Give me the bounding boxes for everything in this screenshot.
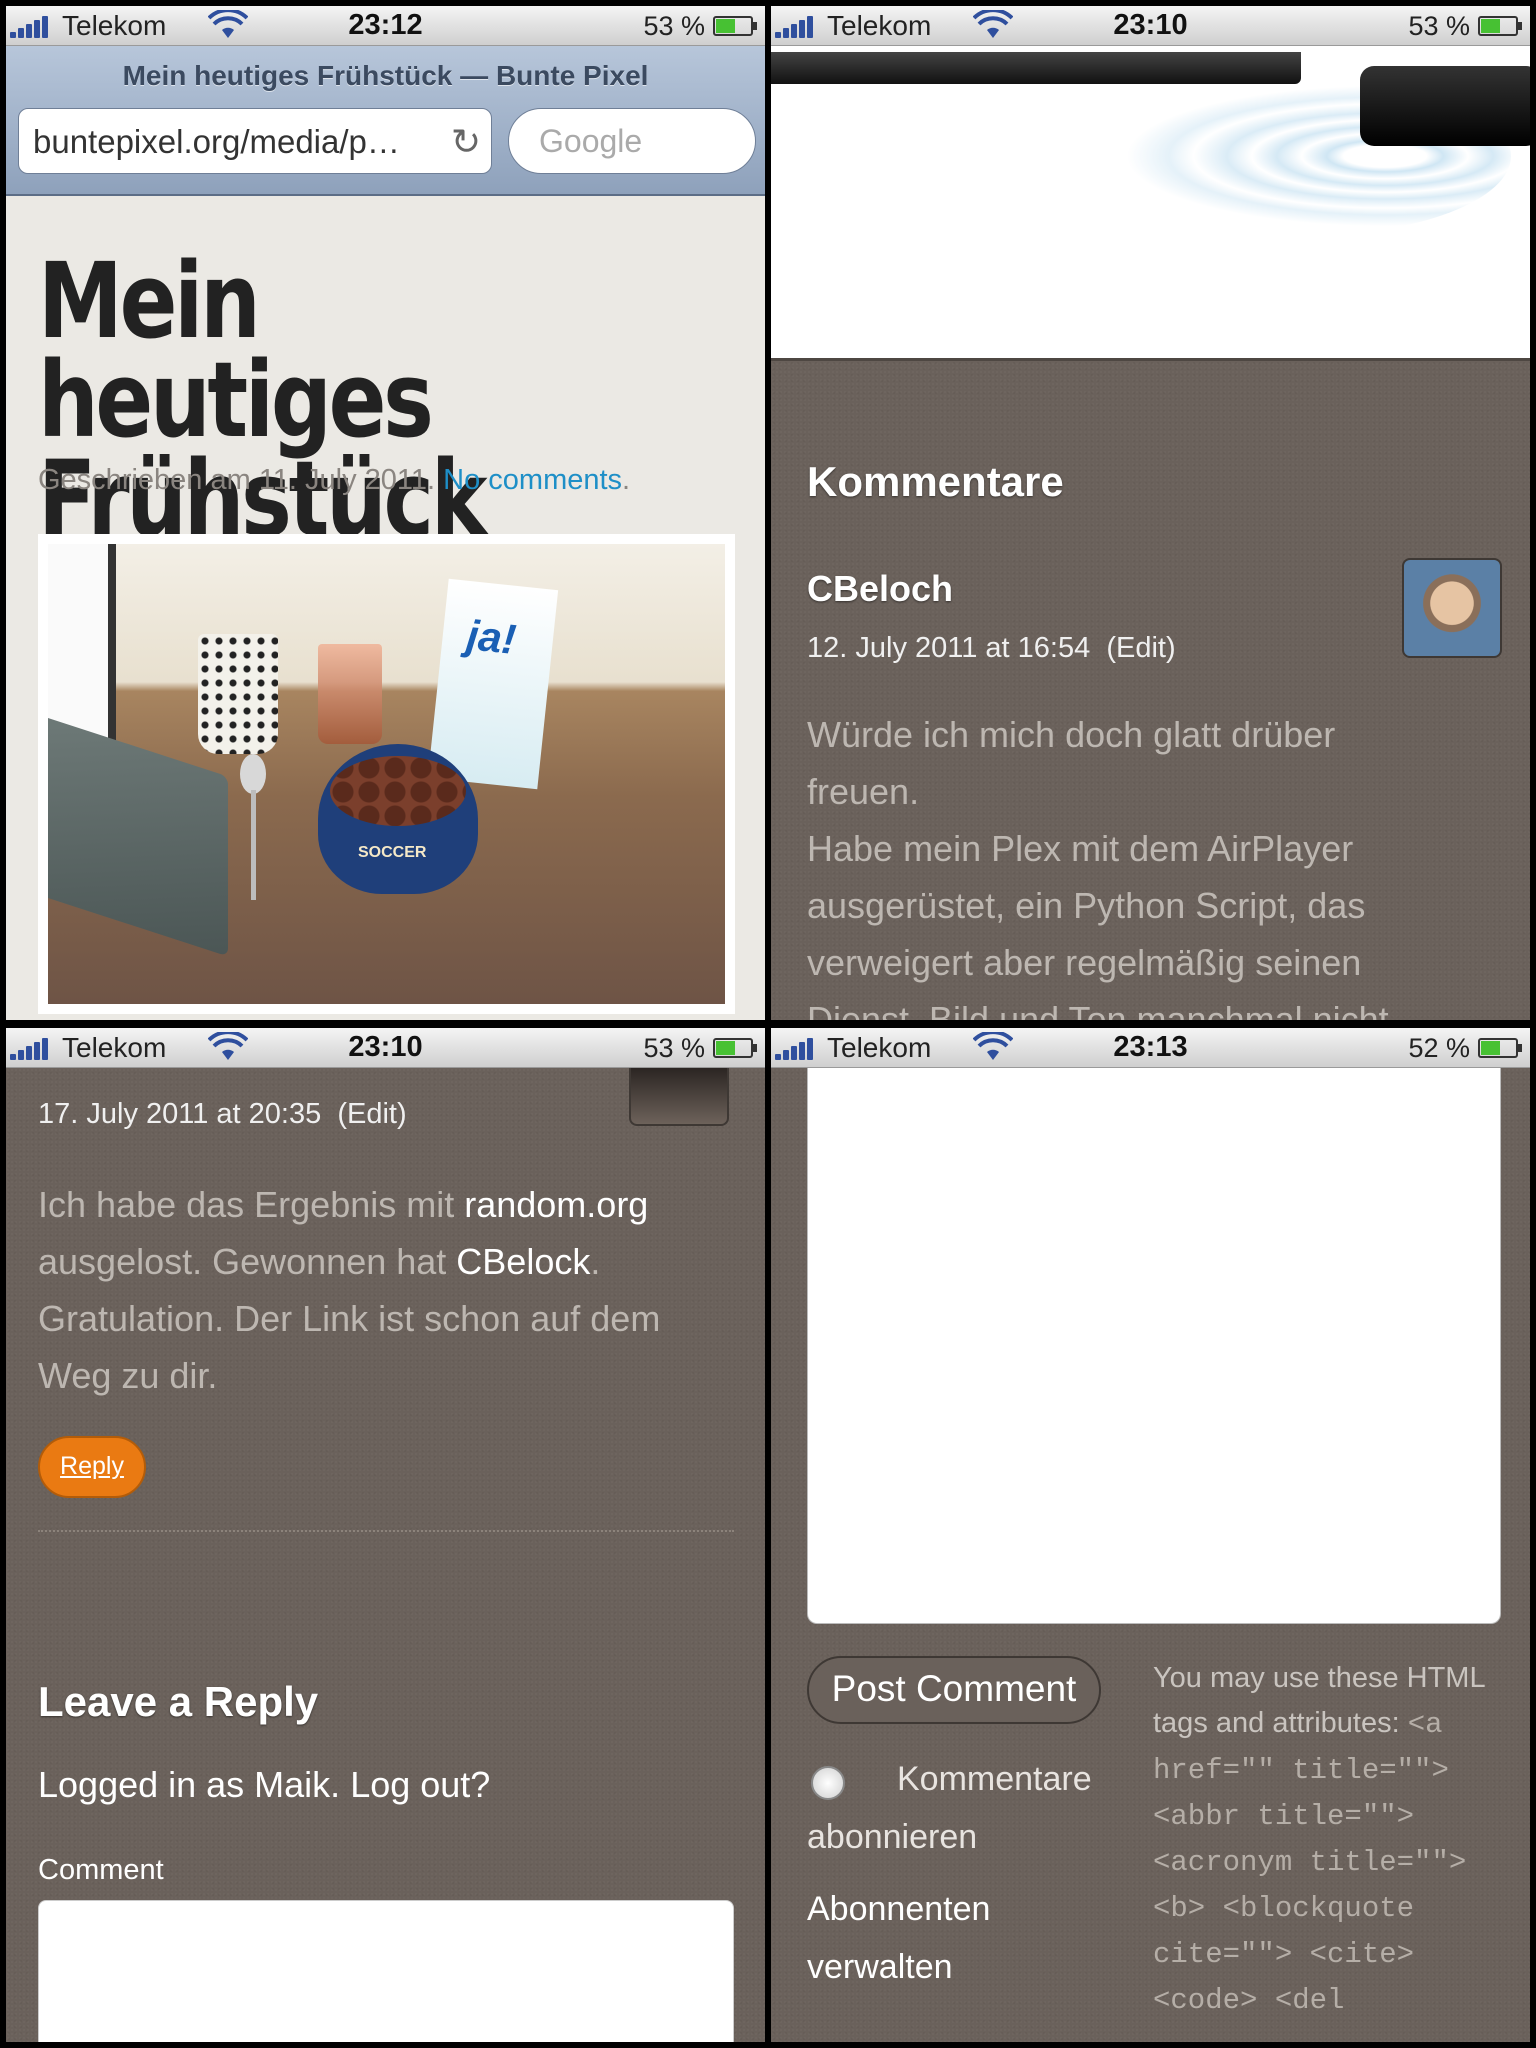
- avatar: [1402, 558, 1502, 658]
- post-title: Mein heutiges Frühstück: [38, 240, 634, 550]
- post-comment-button[interactable]: Post Comment: [807, 1656, 1101, 1724]
- apple-tv-illustration: [1360, 66, 1530, 146]
- logged-in-text[interactable]: Logged in as Maik. Log out?: [38, 1764, 490, 1806]
- post-title-line-1: Mein heutiges: [38, 240, 434, 461]
- no-comments-link[interactable]: No comments: [443, 464, 622, 496]
- status-bar: Telekom 23:13 52 %: [771, 1028, 1530, 1068]
- comment-edit-link[interactable]: (Edit): [337, 1098, 406, 1130]
- carton-label: ja!: [464, 611, 519, 664]
- search-field[interactable]: Google: [508, 108, 756, 174]
- browser-page-title: Mein heutiges Frühstück — Bunte Pixel: [122, 60, 649, 91]
- comment-textarea[interactable]: [38, 1900, 734, 2042]
- status-bar: Telekom 23:12 53 %: [6, 6, 765, 46]
- comment-text: ausgelost. Gewonnen hat: [38, 1241, 457, 1282]
- comment-date: 12. July 2011 at 16:54 (Edit): [807, 632, 1176, 665]
- comment-line: freuen.: [807, 771, 920, 812]
- battery-icon: [713, 16, 757, 36]
- screenshot-panel-form: Telekom 23:13 52 % Post Comment Kommenta…: [771, 1028, 1530, 2042]
- reply-button[interactable]: Reply: [38, 1436, 146, 1498]
- comment-divider: [38, 1530, 734, 1532]
- search-placeholder: Google: [539, 123, 643, 159]
- winner-link[interactable]: CBelock: [456, 1241, 590, 1282]
- status-bar: Telekom 23:10 53 %: [771, 6, 1530, 46]
- comment-text: Ich habe das Ergebnis mit: [38, 1184, 465, 1225]
- comment-line: verweigert aber regelmäßig seinen: [807, 942, 1362, 983]
- post-photo[interactable]: ja! SOCCER: [38, 534, 735, 1014]
- address-bar[interactable]: buntepixel.org/media/p… ↻: [18, 108, 492, 174]
- reload-icon[interactable]: ↻: [451, 121, 481, 163]
- comments-heading: Kommentare: [807, 458, 1064, 505]
- battery-percent: 53 %: [1408, 11, 1470, 41]
- manage-subscriptions-link[interactable]: Abonnenten verwalten: [807, 1880, 1087, 1996]
- status-bar: Telekom 23:10 53 %: [6, 1028, 765, 1068]
- cereal-bowl-illustration: SOCCER: [318, 744, 478, 894]
- cereal: [330, 756, 466, 826]
- battery-icon: [713, 1038, 757, 1058]
- comment-date: 17. July 2011 at 20:35 (Edit): [38, 1098, 407, 1131]
- mug-illustration: [198, 634, 278, 754]
- subscribe-label[interactable]: Kommentare abonnieren: [807, 1750, 1107, 1866]
- comment-line: Habe mein Plex mit dem AirPlayer: [807, 828, 1354, 869]
- laptop-keyboard: [48, 711, 228, 957]
- comment-body: Ich habe das Ergebnis mit random.org aus…: [38, 1176, 738, 1404]
- random-org-link[interactable]: random.org: [464, 1184, 648, 1225]
- screenshot-panel-post: Telekom 23:12 53 % Mein heutiges Frühstü…: [6, 6, 765, 1020]
- device-bar-illustration: [771, 52, 1301, 84]
- allowed-html-tags: <a href="" title=""> <abbr title=""> <ac…: [1153, 1708, 1467, 2017]
- post-meta-date: Geschrieben am 11. July 2011.: [38, 464, 436, 496]
- browser-toolbar: Mein heutiges Frühstück — Bunte Pixel bu…: [6, 46, 765, 196]
- comment-body: Würde ich mich doch glatt drüber freuen.…: [807, 706, 1507, 1020]
- battery-percent: 53 %: [643, 11, 705, 41]
- comment-author[interactable]: CBeloch: [807, 568, 953, 610]
- allowed-html-hint: You may use these HTML tags and attribut…: [1153, 1656, 1513, 2023]
- comment-date-text: 17. July 2011 at 20:35: [38, 1098, 322, 1130]
- comment-textarea[interactable]: [807, 1068, 1501, 1624]
- battery-icon: [1478, 16, 1522, 36]
- comment-line: Dienst. Bild und Ton manchmal nicht: [807, 999, 1389, 1020]
- comment-line: Würde ich mich doch glatt drüber: [807, 714, 1336, 755]
- comment-edit-link[interactable]: (Edit): [1106, 632, 1175, 664]
- spoon-illustration: [240, 754, 266, 794]
- milk-carton-illustration: ja!: [427, 578, 559, 790]
- battery-icon: [1478, 1038, 1522, 1058]
- leave-reply-heading: Leave a Reply: [38, 1678, 319, 1725]
- post-hero-image: [771, 46, 1530, 361]
- address-bar-text: buntepixel.org/media/p…: [33, 123, 400, 160]
- tea-glass-illustration: [318, 644, 382, 744]
- screenshot-panel-comments: Telekom 23:10 53 % Kommentare CBeloch 12…: [771, 6, 1530, 1020]
- screenshot-panel-reply: Telekom 23:10 53 % 17. July 2011 at 20:3…: [6, 1028, 765, 2042]
- bowl-label: SOCCER: [358, 844, 427, 861]
- comment-line: ausgerüstet, ein Python Script, das: [807, 885, 1366, 926]
- comment-label: Comment: [38, 1854, 164, 1886]
- avatar: [629, 1068, 729, 1126]
- battery-percent: 52 %: [1408, 1033, 1470, 1063]
- comment-date-text: 12. July 2011 at 16:54: [807, 632, 1091, 664]
- spoon-handle: [251, 790, 256, 900]
- battery-percent: 53 %: [643, 1033, 705, 1063]
- breakfast-photo: ja! SOCCER: [48, 544, 725, 1004]
- post-meta: Geschrieben am 11. July 2011. No comment…: [38, 464, 630, 497]
- post-meta-suffix: .: [622, 464, 631, 496]
